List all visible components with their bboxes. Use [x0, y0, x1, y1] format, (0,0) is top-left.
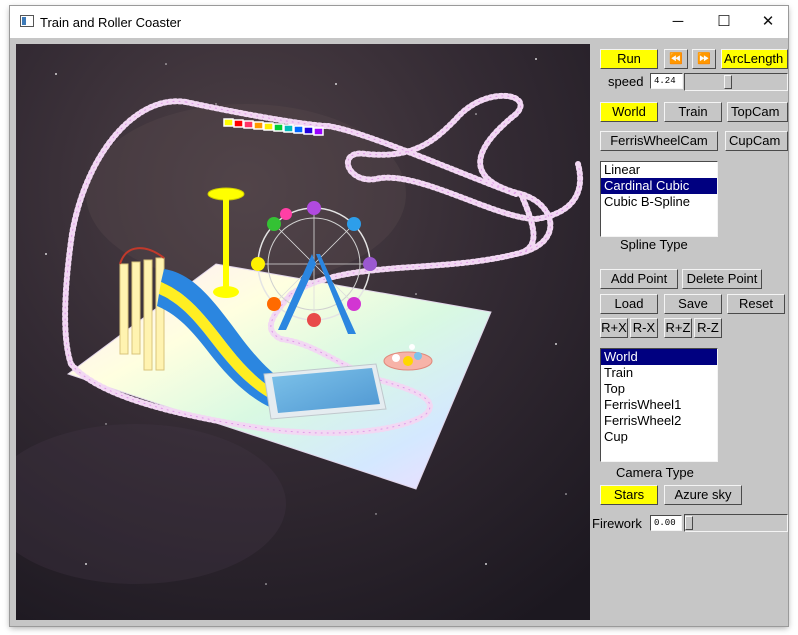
close-button[interactable]: ✕ — [748, 10, 788, 34]
ferriswheelcam-button[interactable]: FerrisWheelCam — [600, 131, 718, 151]
firework-value: 0.00 — [650, 515, 682, 531]
firework-label: Firework — [592, 516, 642, 531]
app-icon — [20, 15, 34, 27]
speed-value: 4.24 — [650, 73, 683, 89]
load-button[interactable]: Load — [600, 294, 658, 314]
fast-forward-button[interactable]: ⏩ — [692, 49, 716, 69]
camera-item-top[interactable]: Top — [601, 381, 717, 397]
scene-viewport[interactable] — [16, 44, 590, 620]
topcam-button[interactable]: TopCam — [727, 102, 788, 122]
maximize-button[interactable]: ☐ — [704, 10, 744, 34]
rotate-x-plus-button[interactable]: R+X — [600, 318, 628, 338]
rotate-x-minus-button[interactable]: R-X — [630, 318, 658, 338]
save-button[interactable]: Save — [664, 294, 722, 314]
speed-slider[interactable] — [684, 73, 788, 91]
delete-point-button[interactable]: Delete Point — [682, 269, 762, 289]
spline-item-cubic-bspline[interactable]: Cubic B-Spline — [601, 194, 717, 210]
fast-forward-icon: ⏩ — [697, 53, 711, 65]
rewind-icon: ⏪ — [669, 53, 683, 65]
camera-item-train[interactable]: Train — [601, 365, 717, 381]
cupcam-button[interactable]: CupCam — [725, 131, 788, 151]
rotate-z-plus-button[interactable]: R+Z — [664, 318, 692, 338]
camera-item-world[interactable]: World — [601, 349, 717, 365]
world-button[interactable]: World — [600, 102, 658, 122]
rotate-z-minus-button[interactable]: R-Z — [694, 318, 722, 338]
spline-type-list[interactable]: Linear Cardinal Cubic Cubic B-Spline — [600, 161, 718, 237]
app-window: Train and Roller Coaster ─ ☐ ✕ Run ⏪ ⏩ A… — [10, 6, 788, 626]
scene-canvas — [16, 44, 590, 620]
reset-button[interactable]: Reset — [727, 294, 785, 314]
spline-item-linear[interactable]: Linear — [601, 162, 717, 178]
train-button[interactable]: Train — [664, 102, 722, 122]
rewind-button[interactable]: ⏪ — [664, 49, 688, 69]
spline-type-label: Spline Type — [620, 237, 688, 252]
title-bar: Train and Roller Coaster ─ ☐ ✕ — [10, 6, 788, 38]
add-point-button[interactable]: Add Point — [600, 269, 678, 289]
azure-sky-button[interactable]: Azure sky — [664, 485, 742, 505]
camera-item-cup[interactable]: Cup — [601, 429, 717, 445]
firework-slider[interactable] — [684, 514, 788, 532]
speed-slider-thumb[interactable] — [724, 75, 732, 89]
run-button[interactable]: Run — [600, 49, 658, 69]
firework-slider-thumb[interactable] — [685, 516, 693, 530]
control-panel: Run ⏪ ⏩ ArcLength speed 4.24 World Train… — [590, 38, 788, 626]
arclength-button[interactable]: ArcLength — [721, 49, 788, 69]
camera-type-label: Camera Type — [616, 465, 694, 480]
spline-item-cardinal-cubic[interactable]: Cardinal Cubic — [601, 178, 717, 194]
speed-label: speed — [608, 74, 644, 89]
camera-item-ferriswheel2[interactable]: FerrisWheel2 — [601, 413, 717, 429]
stars-button[interactable]: Stars — [600, 485, 658, 505]
camera-type-list[interactable]: World Train Top FerrisWheel1 FerrisWheel… — [600, 348, 718, 462]
window-title: Train and Roller Coaster — [40, 15, 182, 30]
camera-item-ferriswheel1[interactable]: FerrisWheel1 — [601, 397, 717, 413]
minimize-button[interactable]: ─ — [658, 10, 698, 34]
